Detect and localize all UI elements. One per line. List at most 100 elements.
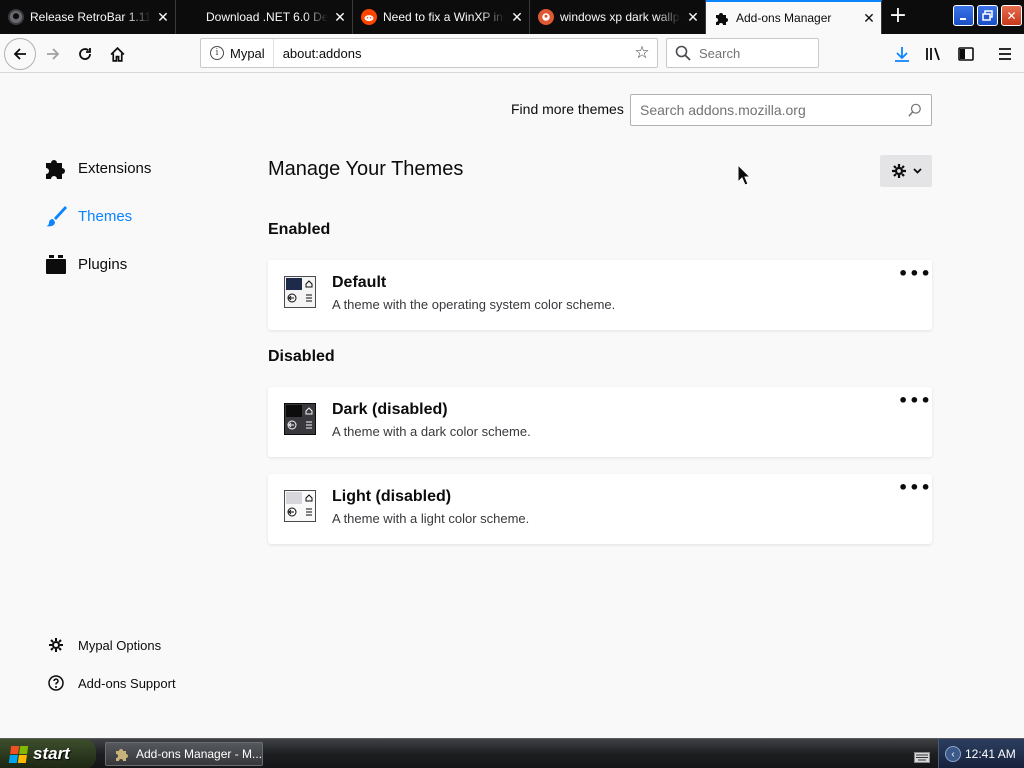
- reddit-icon: [361, 9, 377, 25]
- duckduckgo-icon: [538, 9, 554, 25]
- close-tab-icon[interactable]: ✕: [857, 10, 881, 27]
- more-options-button[interactable]: •••: [898, 393, 931, 413]
- gear-icon: [891, 164, 906, 178]
- library-icon: [926, 47, 940, 61]
- taskbar-item-addons-manager[interactable]: Add-ons Manager - M...: [105, 742, 263, 766]
- tab-label: Download .NET 6.0 Desktop Runtime: [206, 10, 328, 24]
- identity-label: Mypal: [230, 45, 265, 61]
- tab-addons-manager[interactable]: Add-ons Manager ✕: [706, 0, 882, 34]
- category-plugins[interactable]: Plugins: [44, 252, 127, 276]
- theme-description: A theme with a light color scheme.: [332, 511, 530, 526]
- theme-dark-icon: [284, 403, 316, 435]
- mouse-cursor-icon: [737, 163, 752, 190]
- plugin-icon: [44, 252, 68, 276]
- new-tab-button[interactable]: +: [884, 4, 912, 30]
- forward-arrow-icon: [47, 48, 60, 60]
- info-icon: i: [210, 46, 224, 60]
- category-extensions[interactable]: Extensions: [44, 156, 151, 180]
- close-tab-icon[interactable]: ✕: [681, 9, 705, 26]
- theme-card-dark[interactable]: Dark (disabled) A theme with a dark colo…: [268, 387, 932, 457]
- restore-button[interactable]: [977, 5, 998, 26]
- find-more-themes-label: Find more themes: [511, 101, 624, 117]
- chevron-left-icon[interactable]: ‹: [945, 746, 961, 762]
- bookmark-star-icon[interactable]: ☆: [627, 43, 657, 63]
- section-disabled-title: Disabled: [268, 348, 335, 365]
- chevron-down-icon: [912, 168, 922, 174]
- github-icon: [8, 9, 24, 25]
- tab-dotnet[interactable]: Download .NET 6.0 Desktop Runtime ✕: [176, 0, 353, 34]
- theme-name: Light (disabled): [332, 488, 452, 505]
- back-arrow-icon: [13, 48, 26, 60]
- theme-name: Default: [332, 274, 387, 291]
- start-button[interactable]: start: [0, 739, 96, 768]
- back-button[interactable]: [4, 38, 36, 70]
- sidebar-toggle-button[interactable]: [951, 39, 981, 69]
- footer-label: Mypal Options: [78, 637, 162, 653]
- search-icon: [908, 103, 922, 120]
- section-enabled-title: Enabled: [268, 221, 331, 238]
- footer-label: Add-ons Support: [78, 675, 176, 691]
- gear-icon: [47, 636, 65, 654]
- tab-reddit[interactable]: Need to fix a WinXP install ✕: [353, 0, 530, 34]
- puzzle-icon: [714, 10, 730, 26]
- category-label: Themes: [78, 207, 133, 225]
- tab-label: Add-ons Manager: [736, 11, 832, 25]
- tab-label: Need to fix a WinXP install: [383, 10, 505, 24]
- close-tab-icon[interactable]: ✕: [505, 9, 529, 26]
- clock[interactable]: 12:41 AM: [965, 747, 1016, 761]
- close-tab-icon[interactable]: ✕: [151, 9, 175, 26]
- amo-search-input[interactable]: Search addons.mozilla.org: [630, 94, 932, 126]
- start-label: start: [33, 744, 70, 763]
- help-icon: [47, 674, 65, 692]
- taskbar: start Add-ons Manager - M... ‹ 12:41 AM: [0, 738, 1024, 768]
- category-label: Extensions: [78, 159, 152, 177]
- identity-box[interactable]: i Mypal: [201, 39, 274, 67]
- close-tab-icon[interactable]: ✕: [328, 9, 352, 26]
- home-button[interactable]: [102, 39, 132, 69]
- amo-search-placeholder: Search addons.mozilla.org: [640, 102, 806, 118]
- brush-icon: [44, 204, 68, 228]
- category-label: Plugins: [78, 255, 128, 273]
- reload-button[interactable]: [70, 39, 100, 69]
- search-icon: [675, 45, 691, 61]
- navigation-toolbar: i Mypal about:addons ☆ Search: [0, 34, 1024, 73]
- theme-description: A theme with the operating system color …: [332, 297, 616, 312]
- tab-label: windows xp dark wallpaper: [560, 10, 681, 24]
- more-options-button[interactable]: •••: [898, 266, 931, 286]
- url-bar[interactable]: i Mypal about:addons ☆: [200, 38, 658, 68]
- forward-button[interactable]: [38, 39, 68, 69]
- tab-strip: Release RetroBar 1.11 ✕ Download .NET 6.…: [0, 0, 1024, 34]
- theme-default-icon: [284, 276, 316, 308]
- theme-card-light[interactable]: Light (disabled) A theme with a light co…: [268, 474, 932, 544]
- close-window-button[interactable]: ✕: [1001, 5, 1022, 26]
- menu-button[interactable]: [990, 39, 1020, 69]
- home-icon: [110, 46, 124, 62]
- mypal-options-link[interactable]: Mypal Options: [47, 636, 161, 654]
- theme-description: A theme with a dark color scheme.: [332, 424, 531, 439]
- addons-support-link[interactable]: Add-ons Support: [47, 674, 176, 692]
- search-placeholder: Search: [699, 45, 741, 61]
- keyboard-icon[interactable]: [914, 748, 930, 767]
- tools-menu-button[interactable]: [880, 155, 932, 187]
- taskbar-item-label: Add-ons Manager - M...: [136, 747, 263, 761]
- search-bar[interactable]: Search: [666, 38, 819, 68]
- sidebar-icon: [958, 47, 974, 61]
- minimize-button[interactable]: [953, 5, 974, 26]
- system-tray: ‹ 12:41 AM: [938, 739, 1024, 768]
- hamburger-menu-icon: [999, 48, 1011, 60]
- windows-logo-icon: [8, 745, 29, 763]
- puzzle-icon: [44, 156, 68, 180]
- reload-icon: [79, 48, 91, 60]
- theme-card-default[interactable]: Default A theme with the operating syste…: [268, 260, 932, 330]
- category-themes[interactable]: Themes: [44, 204, 132, 228]
- url-text[interactable]: about:addons: [274, 46, 627, 61]
- library-button[interactable]: [919, 39, 949, 69]
- tab-duckduckgo[interactable]: windows xp dark wallpaper ✕: [530, 0, 706, 34]
- puzzle-icon: [116, 749, 128, 761]
- downloads-button[interactable]: [887, 39, 917, 69]
- more-options-button[interactable]: •••: [898, 480, 931, 500]
- theme-name: Dark (disabled): [332, 401, 448, 418]
- download-icon: [895, 47, 909, 62]
- tab-retrobar[interactable]: Release RetroBar 1.11 ✕: [0, 0, 176, 34]
- theme-light-icon: [284, 490, 316, 522]
